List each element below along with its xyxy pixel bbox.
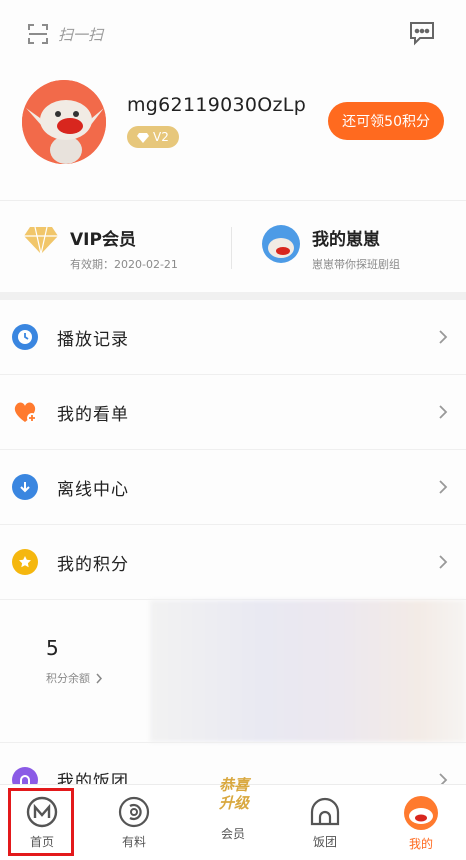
clock-icon (12, 324, 38, 350)
section-divider (0, 292, 466, 300)
menu-label: 离线中心 (57, 479, 129, 500)
heart-plus-icon (12, 399, 38, 425)
tab-member[interactable]: 会员 (203, 825, 263, 842)
my-xixi[interactable]: 我的崽崽 崽崽带你探班剧组 (262, 225, 400, 272)
points-card: 5 积分余额 (0, 600, 466, 742)
menu-label: 播放记录 (57, 329, 129, 350)
youliao-icon (118, 796, 150, 828)
menu-item-watchlist[interactable]: 我的看单 (0, 375, 466, 450)
vip-expiry: 有效期：2020-02-21 (70, 258, 178, 271)
chevron-right-icon (439, 330, 448, 344)
chevron-right-icon (439, 405, 448, 419)
scan-label: 扫一扫 (58, 25, 104, 44)
download-icon (12, 474, 38, 500)
points-balance-link[interactable]: 积分余额 (46, 670, 103, 686)
highlight-box (8, 788, 74, 856)
level-badge[interactable]: V2 (127, 126, 179, 148)
star-coin-icon (12, 549, 38, 575)
blurred-content (150, 600, 466, 742)
divider (231, 227, 232, 269)
chevron-right-icon (439, 480, 448, 494)
scan-icon (28, 24, 48, 44)
vip-membership[interactable]: VIP会员 有效期：2020-02-21 (24, 225, 178, 272)
message-button[interactable] (408, 20, 436, 50)
fantuan-tab-icon (310, 797, 340, 826)
points-balance-label: 积分余额 (46, 672, 90, 685)
scan-button[interactable]: 扫一扫 (26, 22, 103, 46)
menu-label: 我的积分 (57, 554, 129, 575)
menu-label: 我的看单 (57, 404, 129, 425)
message-icon (410, 22, 434, 46)
tab-youliao[interactable]: 有料 (104, 795, 164, 850)
tab-fantuan[interactable]: 饭团 (295, 795, 355, 850)
promo-line2: 升级 (218, 794, 249, 812)
avatar[interactable] (22, 80, 106, 164)
mascot-icon (262, 225, 300, 263)
tab-mine[interactable]: 我的 (391, 795, 451, 852)
diamond-icon (137, 132, 149, 143)
menu-item-points[interactable]: 我的积分 (0, 525, 466, 600)
vip-title: VIP会员 (70, 230, 136, 250)
tab-label: 会员 (220, 827, 245, 841)
profile-header: mg62119030OzLp V2 还可领50积分 (0, 78, 466, 188)
menu-item-history[interactable]: 播放记录 (0, 300, 466, 375)
tab-label: 饭团 (312, 835, 337, 849)
tab-label: 我的 (408, 837, 433, 851)
chevron-right-icon (96, 673, 103, 683)
mascot-avatar-icon (22, 80, 106, 164)
tab-label: 有料 (121, 835, 146, 849)
xixi-subtitle: 崽崽带你探班剧组 (312, 258, 400, 271)
vip-diamond-icon (24, 226, 58, 255)
xixi-title: 我的崽崽 (312, 230, 380, 250)
menu-item-offline[interactable]: 离线中心 (0, 450, 466, 525)
points-balance-value: 5 (46, 636, 59, 660)
vip-row: VIP会员 有效期：2020-02-21 我的崽崽 崽崽带你探班剧组 (0, 200, 466, 292)
promo-line1: 恭喜 (218, 776, 249, 794)
mine-mascot-icon (404, 796, 438, 830)
chevron-right-icon (439, 555, 448, 569)
username: mg62119030OzLp (127, 94, 307, 116)
level-badge-label: V2 (153, 130, 169, 144)
upgrade-promo[interactable]: 恭喜 升级 (212, 776, 256, 812)
top-bar: 扫一扫 (0, 0, 466, 72)
claim-points-button[interactable]: 还可领50积分 (328, 102, 444, 140)
